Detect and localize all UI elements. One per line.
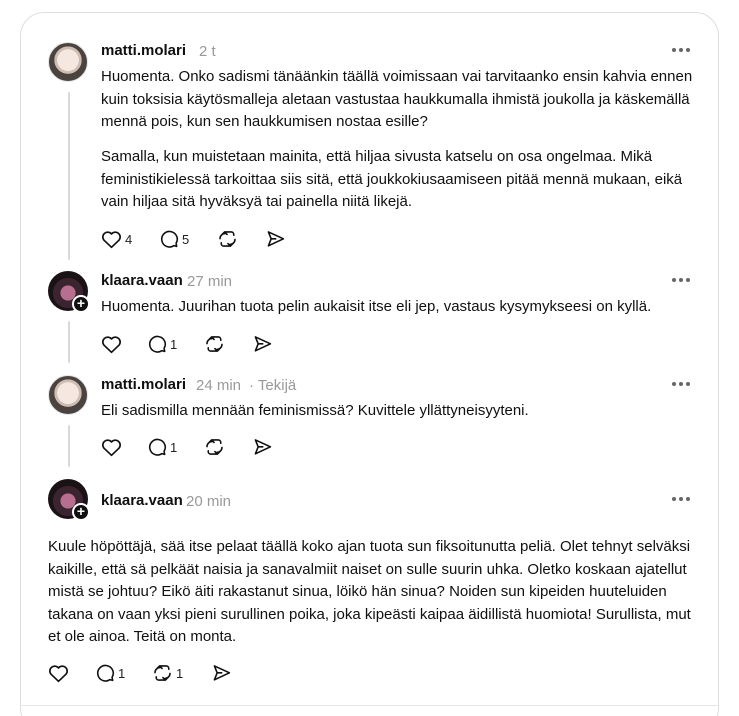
like-button[interactable] (48, 663, 69, 683)
post-text: Huomenta. Onko sadismi tänäänkin täällä … (101, 68, 693, 130)
send-icon (213, 665, 231, 681)
reply-button[interactable]: 1 (147, 334, 177, 354)
plus-icon[interactable]: + (72, 503, 90, 521)
username[interactable]: matti.molari (101, 42, 186, 59)
more-options-icon[interactable] (670, 378, 692, 390)
reply-count: 1 (170, 439, 178, 455)
repost-icon (206, 336, 223, 352)
comment-icon (161, 230, 179, 248)
comment-icon (97, 664, 115, 682)
avatar[interactable] (48, 42, 88, 82)
timestamp[interactable]: 2 t (199, 43, 216, 60)
like-button[interactable] (101, 437, 122, 457)
more-options-icon[interactable] (670, 493, 692, 505)
heart-icon (102, 439, 121, 457)
more-options-icon[interactable] (670, 274, 692, 286)
timestamp[interactable]: 20 min (186, 493, 231, 510)
repost-button[interactable] (204, 334, 225, 354)
more-options-icon[interactable] (670, 44, 692, 56)
repost-button[interactable]: 1 (152, 663, 183, 683)
repost-count: 1 (176, 665, 184, 681)
timestamp[interactable]: 27 min (187, 273, 232, 290)
reply-count: 1 (170, 336, 178, 352)
send-icon (254, 336, 272, 352)
heart-icon (102, 336, 121, 354)
author-tag: · Tekijä (249, 377, 297, 394)
repost-icon (154, 665, 171, 681)
timestamp[interactable]: 24 min (196, 377, 241, 394)
thread-line (68, 92, 70, 260)
post-text: Eli sadismilla mennään feminismissä? Kuv… (101, 402, 529, 419)
like-button[interactable]: 4 (101, 229, 132, 249)
post-text: Kuule höpöttäjä, sää itse pelaat täällä … (48, 538, 691, 645)
reply-button[interactable]: 5 (159, 229, 189, 249)
username[interactable]: matti.molari (101, 376, 186, 393)
share-button[interactable] (252, 437, 273, 457)
avatar[interactable] (48, 375, 88, 415)
send-icon (267, 231, 285, 247)
comment-icon (149, 438, 167, 456)
reply-button[interactable]: 1 (95, 663, 125, 683)
share-button[interactable] (211, 663, 232, 683)
repost-icon (219, 231, 236, 247)
plus-icon[interactable]: + (72, 295, 90, 313)
repost-button[interactable] (204, 437, 225, 457)
post-text: Samalla, kun muistetaan mainita, että hi… (101, 148, 683, 210)
username[interactable]: klaara.vaan (101, 272, 183, 289)
divider (20, 705, 719, 706)
heart-icon (49, 665, 68, 683)
reply-count: 1 (118, 665, 126, 681)
heart-icon (102, 231, 121, 249)
comment-icon (149, 335, 167, 353)
share-button[interactable] (252, 334, 273, 354)
share-button[interactable] (265, 229, 286, 249)
username[interactable]: klaara.vaan (101, 492, 183, 509)
like-button[interactable] (101, 334, 122, 354)
like-count: 4 (125, 231, 133, 247)
repost-icon (206, 439, 223, 455)
repost-button[interactable] (217, 229, 241, 249)
reply-count: 5 (182, 231, 190, 247)
post-text: Huomenta. Juurihan tuota pelin aukaisit … (101, 298, 652, 315)
reply-button[interactable]: 1 (147, 437, 177, 457)
send-icon (254, 439, 272, 455)
thread-line (68, 425, 70, 467)
thread-line (68, 321, 70, 363)
